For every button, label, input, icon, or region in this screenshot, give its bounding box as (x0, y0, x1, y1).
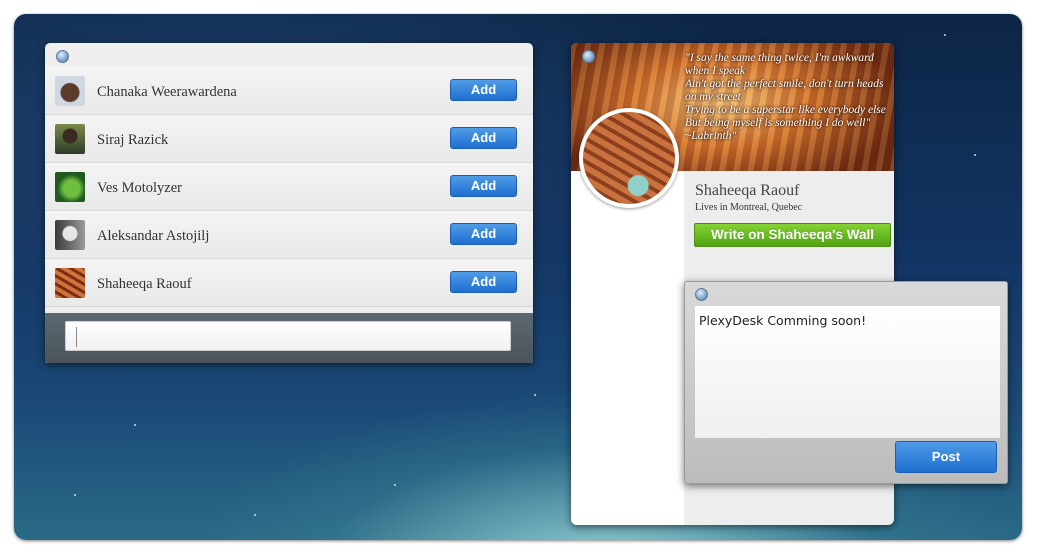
friend-list: Chanaka Weerawardena Add Siraj Razick Ad… (45, 67, 533, 307)
star (974, 154, 976, 156)
star (134, 424, 136, 426)
window-control-icon[interactable] (56, 50, 69, 63)
post-textarea[interactable]: PlexyDesk Comming soon! (695, 306, 1000, 438)
post-button[interactable]: Post (895, 441, 997, 473)
friend-row: Chanaka Weerawardena Add (45, 67, 533, 115)
star (394, 484, 396, 486)
add-friend-button[interactable]: Add (450, 127, 517, 149)
write-on-wall-button[interactable]: Write on Shaheeqa's Wall (694, 223, 891, 247)
text-caret (76, 327, 77, 347)
add-friend-button[interactable]: Add (450, 175, 517, 197)
profile-name: Shaheeqa Raouf (695, 182, 800, 199)
avatar (55, 268, 85, 298)
friend-name: Aleksandar Astojilj (97, 228, 210, 244)
add-friend-button[interactable]: Add (450, 271, 517, 293)
friend-row: Shaheeqa Raouf Add (45, 259, 533, 307)
friend-name: Ves Motolyzer (97, 180, 182, 196)
avatar (55, 76, 85, 106)
star (944, 34, 946, 36)
star (254, 514, 256, 516)
avatar (55, 220, 85, 250)
friend-name: Siraj Razick (97, 132, 169, 148)
window-control-icon[interactable] (695, 288, 708, 301)
friends-window: Chanaka Weerawardena Add Siraj Razick Ad… (45, 43, 533, 363)
profile-location: Lives in Montreal, Quebec (695, 202, 803, 213)
friend-row: Ves Motolyzer Add (45, 163, 533, 211)
star (534, 394, 536, 396)
search-input[interactable] (65, 321, 511, 351)
add-friend-button[interactable]: Add (450, 223, 517, 245)
profile-quote: "I say the same thing twice, I'm awkward… (685, 52, 886, 142)
window-control-icon[interactable] (582, 50, 595, 63)
post-window: PlexyDesk Comming soon! Post (684, 281, 1008, 484)
friend-row: Siraj Razick Add (45, 115, 533, 163)
friends-footer (45, 313, 533, 363)
friend-name: Chanaka Weerawardena (97, 84, 237, 100)
profile-picture[interactable] (579, 108, 679, 208)
avatar (55, 124, 85, 154)
star (74, 494, 76, 496)
profile-sidebar (571, 171, 684, 525)
friend-row: Aleksandar Astojilj Add (45, 211, 533, 259)
avatar (55, 172, 85, 202)
friend-name: Shaheeqa Raouf (97, 276, 192, 292)
add-friend-button[interactable]: Add (450, 79, 517, 101)
